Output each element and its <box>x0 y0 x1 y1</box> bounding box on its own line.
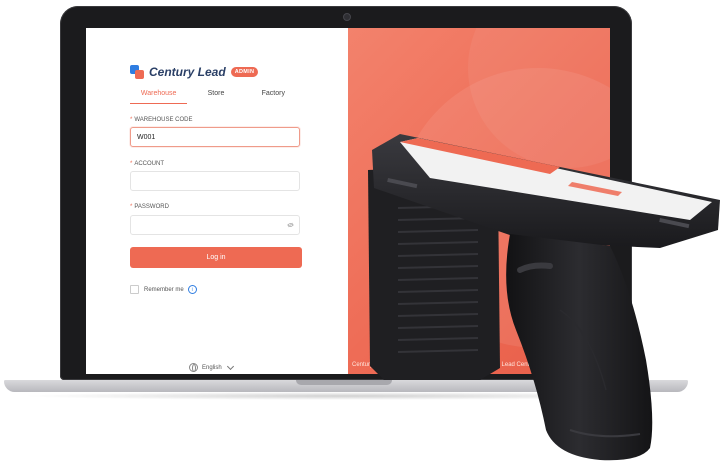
warehouse-code-label: * WAREHOUSE CODE <box>130 117 192 123</box>
account-input[interactable] <box>130 171 300 191</box>
eye-icon[interactable] <box>287 222 294 228</box>
required-mark: * <box>130 161 133 167</box>
info-icon[interactable]: i <box>187 285 197 294</box>
language-selector[interactable]: English <box>189 362 234 372</box>
remember-me-label: Remember me <box>144 286 184 293</box>
warehouse-code-label-text: WAREHOUSE CODE <box>134 117 193 123</box>
handheld-scanner-image <box>368 134 720 461</box>
account-label-text: ACCOUNT <box>134 161 165 167</box>
warehouse-code-value: W001 <box>137 133 156 141</box>
required-mark: * <box>130 204 133 210</box>
logo-icon <box>130 65 144 79</box>
password-label-text: PASSWORD <box>134 204 169 210</box>
brand-name: Century Lead <box>149 65 226 79</box>
login-button[interactable]: Log in <box>130 247 302 268</box>
tab-factory[interactable]: Factory <box>245 90 302 104</box>
brand-logo: Century Lead ADMIN <box>130 65 259 79</box>
globe-icon <box>189 363 198 372</box>
login-pane: Century Lead ADMIN Warehouse Store Facto… <box>86 28 348 374</box>
chevron-down-icon <box>226 362 234 371</box>
account-label: * ACCOUNT <box>130 161 164 167</box>
tab-store[interactable]: Store <box>187 90 244 104</box>
admin-badge: ADMIN <box>230 67 259 77</box>
language-label: English <box>202 364 222 371</box>
login-tabs: Warehouse Store Factory <box>130 90 302 104</box>
camera-icon <box>343 13 351 21</box>
password-label: * PASSWORD <box>130 204 169 210</box>
remember-me: Remember me i <box>130 285 197 294</box>
required-mark: * <box>130 117 133 123</box>
tab-warehouse[interactable]: Warehouse <box>130 90 188 104</box>
password-input[interactable] <box>130 215 300 235</box>
warehouse-code-input[interactable]: W001 <box>130 127 300 147</box>
remember-me-checkbox[interactable] <box>130 285 139 294</box>
